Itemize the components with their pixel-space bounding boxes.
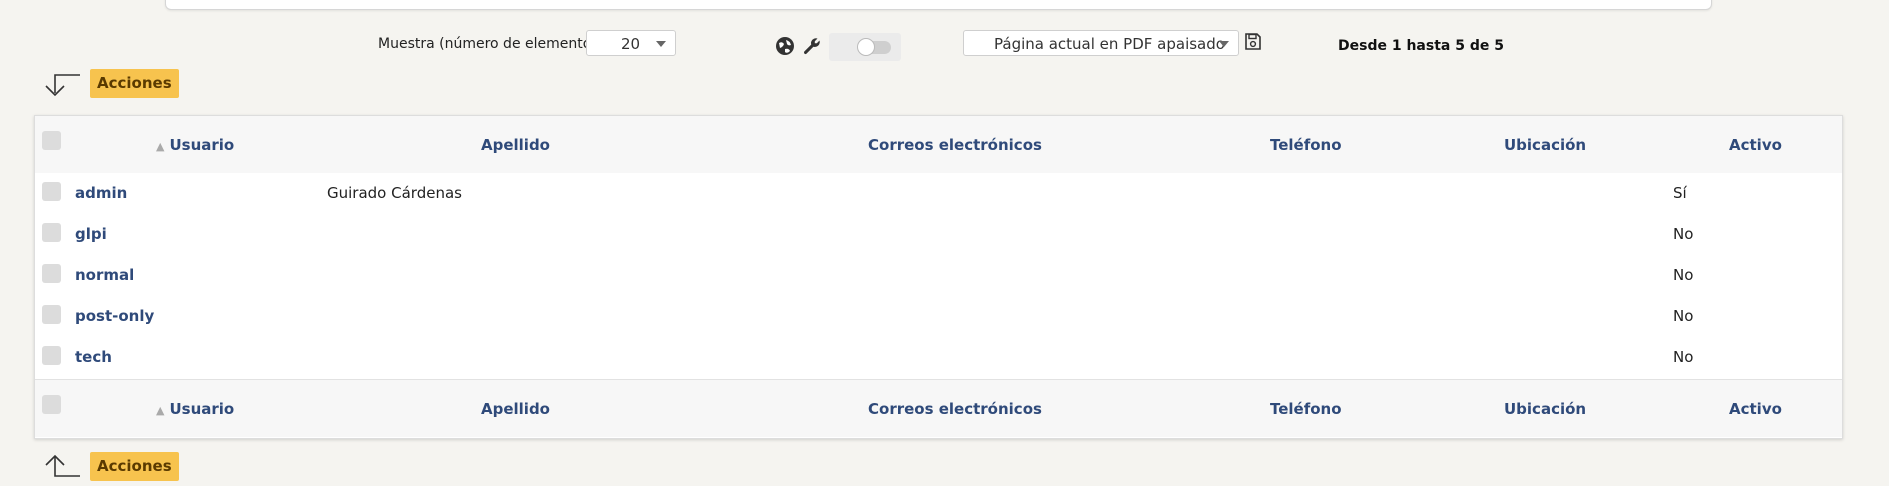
cell-apellido: Guirado Cárdenas xyxy=(327,184,462,202)
column-header-apellido[interactable]: Apellido xyxy=(481,400,550,418)
select-all-checkbox[interactable] xyxy=(42,131,61,150)
arrow-up-left-icon xyxy=(40,452,82,482)
column-header-correos[interactable]: Correos electrónicos xyxy=(868,136,1042,154)
column-header-usuario[interactable]: ▲ Usuario xyxy=(156,136,234,154)
toggle-knob xyxy=(857,38,875,56)
toggle-container xyxy=(829,33,901,61)
top-panel xyxy=(165,0,1712,10)
actions-button[interactable]: Acciones xyxy=(90,69,179,98)
column-header-usuario[interactable]: ▲ Usuario xyxy=(156,400,234,418)
arrow-down-left-icon xyxy=(40,69,82,99)
user-link[interactable]: normal xyxy=(75,266,134,284)
sort-asc-icon: ▲ xyxy=(156,404,165,417)
column-header-telefono[interactable]: Teléfono xyxy=(1270,400,1342,418)
row-checkbox[interactable] xyxy=(42,264,61,283)
sort-asc-icon: ▲ xyxy=(156,140,165,153)
column-header-telefono[interactable]: Teléfono xyxy=(1270,136,1342,154)
row-checkbox[interactable] xyxy=(42,182,61,201)
column-header-correos[interactable]: Correos electrónicos xyxy=(868,400,1042,418)
cell-activo: Sí xyxy=(1673,184,1687,202)
user-link[interactable]: post-only xyxy=(75,307,154,325)
table-row: tech No xyxy=(35,337,1842,378)
display-count-select[interactable]: 20 xyxy=(586,30,676,56)
export-format-value: Página actual en PDF apaisado xyxy=(994,35,1225,53)
chevron-down-icon xyxy=(656,41,666,47)
display-count-value: 20 xyxy=(621,35,641,53)
table-row: glpi No xyxy=(35,214,1842,256)
display-count-label: Muestra (número de elementos) xyxy=(378,36,605,52)
cell-activo: No xyxy=(1673,266,1694,284)
table-row: admin Guirado Cárdenas Sí xyxy=(35,173,1842,215)
user-link[interactable]: admin xyxy=(75,184,127,202)
table-footer: ▲ Usuario Apellido Correos electrónicos T… xyxy=(35,379,1842,437)
export-format-select[interactable]: Página actual en PDF apaisado xyxy=(963,30,1239,56)
users-table: ▲ Usuario Apellido Correos electrónicos T… xyxy=(34,115,1843,439)
column-header-activo[interactable]: Activo xyxy=(1729,400,1782,418)
chevron-down-icon xyxy=(1219,41,1229,47)
table-header: ▲ Usuario Apellido Correos electrónicos T… xyxy=(35,116,1842,174)
column-header-ubicacion[interactable]: Ubicación xyxy=(1504,400,1586,418)
globe-icon[interactable] xyxy=(775,36,797,58)
row-checkbox[interactable] xyxy=(42,223,61,242)
cell-activo: No xyxy=(1673,348,1694,366)
row-checkbox[interactable] xyxy=(42,305,61,324)
cell-activo: No xyxy=(1673,225,1694,243)
toggle-switch[interactable] xyxy=(857,38,891,56)
actions-button[interactable]: Acciones xyxy=(90,452,179,481)
user-link[interactable]: glpi xyxy=(75,225,107,243)
row-checkbox[interactable] xyxy=(42,346,61,365)
pagination-info: Desde 1 hasta 5 de 5 xyxy=(1338,38,1504,54)
save-icon[interactable] xyxy=(1245,33,1267,55)
list-toolbar: Muestra (número de elementos) 20 Página … xyxy=(0,30,1889,62)
select-all-checkbox[interactable] xyxy=(42,395,61,414)
user-link[interactable]: tech xyxy=(75,348,112,366)
wrench-icon[interactable] xyxy=(802,36,824,58)
column-header-activo[interactable]: Activo xyxy=(1729,136,1782,154)
table-row: post-only No xyxy=(35,296,1842,338)
column-header-apellido[interactable]: Apellido xyxy=(481,136,550,154)
cell-activo: No xyxy=(1673,307,1694,325)
table-row: normal No xyxy=(35,255,1842,297)
column-header-ubicacion[interactable]: Ubicación xyxy=(1504,136,1586,154)
